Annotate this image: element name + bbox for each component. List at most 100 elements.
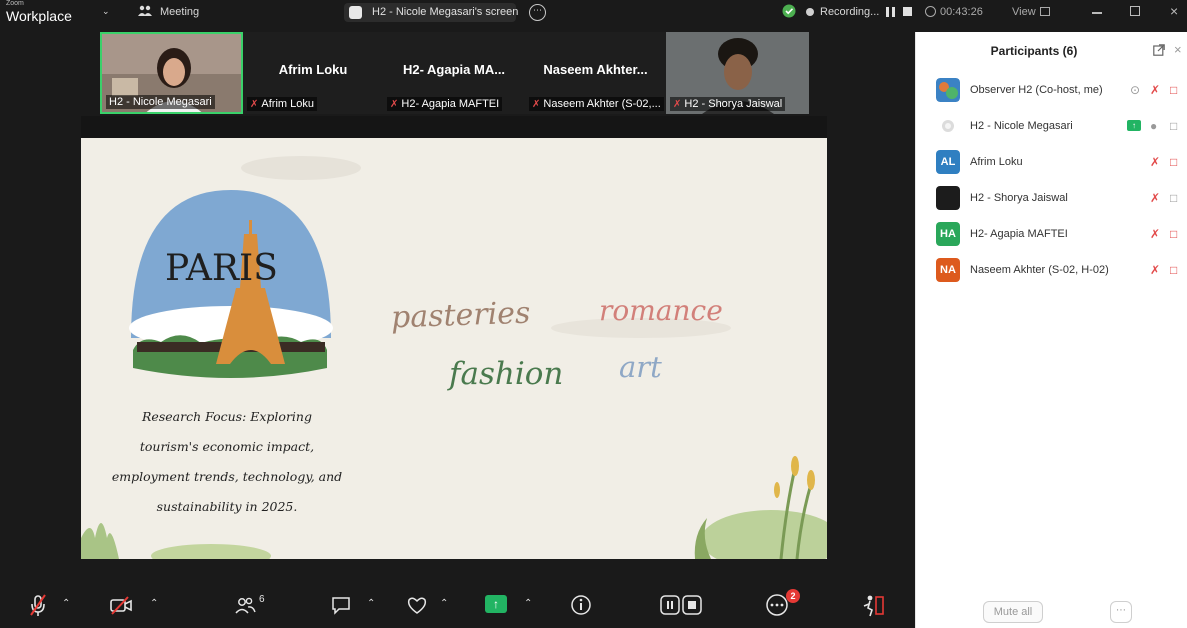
recording-dot-icon bbox=[806, 8, 814, 16]
zoom-window: Zoom Workplace ⌄ Meeting H2 - Nicole Meg… bbox=[0, 0, 1187, 628]
mic-muted-icon: ✗ bbox=[673, 99, 682, 110]
recording-label: Recording... bbox=[820, 6, 880, 18]
mic-icon[interactable]: ● bbox=[1150, 119, 1157, 133]
app-name: Workplace bbox=[6, 8, 72, 24]
tile-label: H2 - Nicole Megasari bbox=[106, 95, 215, 109]
share-screen-button[interactable]: ↑ bbox=[485, 595, 507, 613]
tile-label: Afrim Loku bbox=[261, 98, 314, 110]
panel-title: Participants (6) bbox=[990, 44, 1078, 58]
notification-badge: 2 bbox=[786, 589, 800, 603]
security-shield-icon[interactable] bbox=[782, 4, 796, 18]
participant-row[interactable]: Observer H2 (Co-host, me) ⊙ ✗ □ bbox=[916, 72, 1187, 108]
word-fashion: fashion bbox=[449, 356, 564, 392]
stop-recording-icon[interactable] bbox=[903, 7, 912, 16]
video-tile-agapia[interactable]: H2- Agapia MA... ✗ H2- Agapia MAFTEI bbox=[383, 32, 525, 114]
chevron-up-icon[interactable]: ⌃ bbox=[62, 594, 70, 614]
video-icon[interactable]: □ bbox=[1170, 119, 1177, 133]
avatar bbox=[936, 78, 960, 102]
meeting-label[interactable]: Meeting bbox=[160, 6, 199, 18]
view-button[interactable]: View bbox=[1012, 6, 1036, 18]
video-strip: H2 - Nicole Megasari Afrim Loku ✗ Afrim L… bbox=[100, 32, 809, 114]
chevron-up-icon[interactable]: ⌃ bbox=[150, 594, 158, 614]
mute-all-button[interactable]: Mute all bbox=[983, 601, 1043, 623]
participants-count: 6 bbox=[259, 594, 265, 605]
avatar: HA bbox=[936, 222, 960, 246]
recording-controls-icon[interactable] bbox=[660, 592, 704, 618]
pause-recording-icon[interactable] bbox=[886, 7, 895, 17]
share-frame bbox=[81, 116, 827, 138]
participant-name: Naseem Akhter (S-02, H-02) bbox=[970, 264, 1109, 276]
timer-icon bbox=[925, 6, 936, 17]
research-line: Research Focus: Exploring bbox=[142, 409, 312, 424]
tile-name: Afrim Loku bbox=[278, 62, 348, 77]
participant-row[interactable]: HA H2- Agapia MAFTEI ✗ □ bbox=[916, 216, 1187, 252]
screen-share-indicator[interactable]: H2 - Nicole Megasari's screen bbox=[344, 3, 519, 22]
leave-icon[interactable] bbox=[860, 592, 886, 618]
grid-view-icon[interactable] bbox=[1040, 7, 1050, 16]
video-off-icon[interactable]: □ bbox=[1170, 227, 1177, 241]
video-tile-naseem[interactable]: Naseem Akhter... ✗ Naseem Akhter (S-02,..… bbox=[525, 32, 666, 114]
video-tile-nicole[interactable]: H2 - Nicole Megasari bbox=[100, 32, 243, 114]
minimize-icon[interactable] bbox=[1092, 12, 1102, 14]
video-icon[interactable]: □ bbox=[1170, 191, 1177, 205]
chat-icon[interactable] bbox=[330, 592, 352, 618]
record-icon[interactable]: ⊙ bbox=[1130, 83, 1140, 97]
participants-panel: Participants (6) × Observer H2 (Co-host,… bbox=[915, 32, 1187, 628]
mic-muted-icon[interactable]: ✗ bbox=[1150, 227, 1160, 241]
avatar: NA bbox=[936, 258, 960, 282]
mic-muted-icon[interactable]: ✗ bbox=[1150, 263, 1160, 277]
shared-slide: PARIS pasteries romance fashion art Rese… bbox=[81, 138, 827, 559]
research-focus-text: Research Focus: Exploring tourism's econ… bbox=[105, 402, 349, 522]
meeting-timer[interactable]: 00:43:26 bbox=[940, 6, 983, 18]
share-more-icon[interactable]: ⋯ bbox=[529, 4, 546, 21]
info-icon[interactable] bbox=[570, 592, 592, 618]
chevron-up-icon[interactable]: ⌃ bbox=[440, 594, 448, 614]
video-tile-shorya[interactable]: ✗ H2 - Shorya Jaiswal bbox=[666, 32, 809, 114]
tile-label-wrap: ✗ H2- Agapia MAFTEI bbox=[387, 97, 503, 111]
app-name-top: Zoom bbox=[6, 0, 24, 7]
close-panel-icon[interactable]: × bbox=[1174, 42, 1182, 57]
paris-logo-text: PARIS bbox=[165, 248, 278, 289]
chevron-down-icon[interactable]: ⌄ bbox=[102, 6, 110, 17]
avatar: AL bbox=[936, 150, 960, 174]
participant-name: Observer H2 (Co-host, me) bbox=[970, 84, 1103, 96]
tile-name: H2- Agapia MA... bbox=[402, 62, 506, 77]
mic-muted-icon[interactable] bbox=[28, 592, 48, 618]
mic-muted-icon[interactable]: ✗ bbox=[1150, 191, 1160, 205]
popout-icon[interactable] bbox=[1153, 44, 1165, 56]
participant-row[interactable]: AL Afrim Loku ✗ □ bbox=[916, 144, 1187, 180]
tile-name: Naseem Akhter... bbox=[543, 62, 648, 77]
title-bar: Zoom Workplace ⌄ Meeting H2 - Nicole Meg… bbox=[0, 0, 1187, 26]
chevron-up-icon[interactable]: ⌃ bbox=[367, 594, 375, 614]
word-art: art bbox=[619, 350, 662, 384]
share-label: H2 - Nicole Megasari's screen bbox=[372, 6, 519, 18]
video-off-icon[interactable]: □ bbox=[1170, 155, 1177, 169]
participant-row[interactable]: H2 - Nicole Megasari ↑ ● □ bbox=[916, 108, 1187, 144]
word-romance: romance bbox=[599, 294, 723, 327]
participant-row[interactable]: NA Naseem Akhter (S-02, H-02) ✗ □ bbox=[916, 252, 1187, 288]
mic-muted-icon: ✗ bbox=[390, 99, 399, 110]
close-icon[interactable]: × bbox=[1170, 3, 1178, 19]
avatar bbox=[942, 120, 954, 132]
video-off-icon[interactable]: □ bbox=[1170, 83, 1177, 97]
meeting-people-icon bbox=[138, 5, 152, 16]
video-tile-afrim[interactable]: Afrim Loku ✗ Afrim Loku bbox=[243, 32, 383, 114]
maximize-icon[interactable] bbox=[1130, 6, 1140, 16]
more-options-icon[interactable]: ⋯ bbox=[1110, 601, 1132, 623]
research-line: sustainability in 2025. bbox=[156, 499, 298, 514]
research-line: tourism's economic impact, bbox=[139, 439, 315, 454]
reactions-heart-icon[interactable] bbox=[405, 592, 429, 618]
video-off-icon[interactable] bbox=[108, 592, 134, 618]
tile-label-wrap: ✗ Afrim Loku bbox=[247, 97, 317, 111]
chevron-up-icon[interactable]: ⌃ bbox=[524, 594, 532, 614]
participants-icon[interactable] bbox=[234, 592, 256, 618]
tile-label: H2 - Shorya Jaiswal bbox=[684, 98, 783, 110]
participant-name: Afrim Loku bbox=[970, 156, 1023, 168]
mic-muted-icon[interactable]: ✗ bbox=[1150, 83, 1160, 97]
tile-label-wrap: ✗ Naseem Akhter (S-02,... bbox=[529, 97, 664, 111]
participant-name: H2- Agapia MAFTEI bbox=[970, 228, 1068, 240]
participant-row[interactable]: H2 - Shorya Jaiswal ✗ □ bbox=[916, 180, 1187, 216]
video-off-icon[interactable]: □ bbox=[1170, 263, 1177, 277]
mic-muted-icon[interactable]: ✗ bbox=[1150, 155, 1160, 169]
research-line: employment trends, technology, and bbox=[111, 469, 343, 484]
